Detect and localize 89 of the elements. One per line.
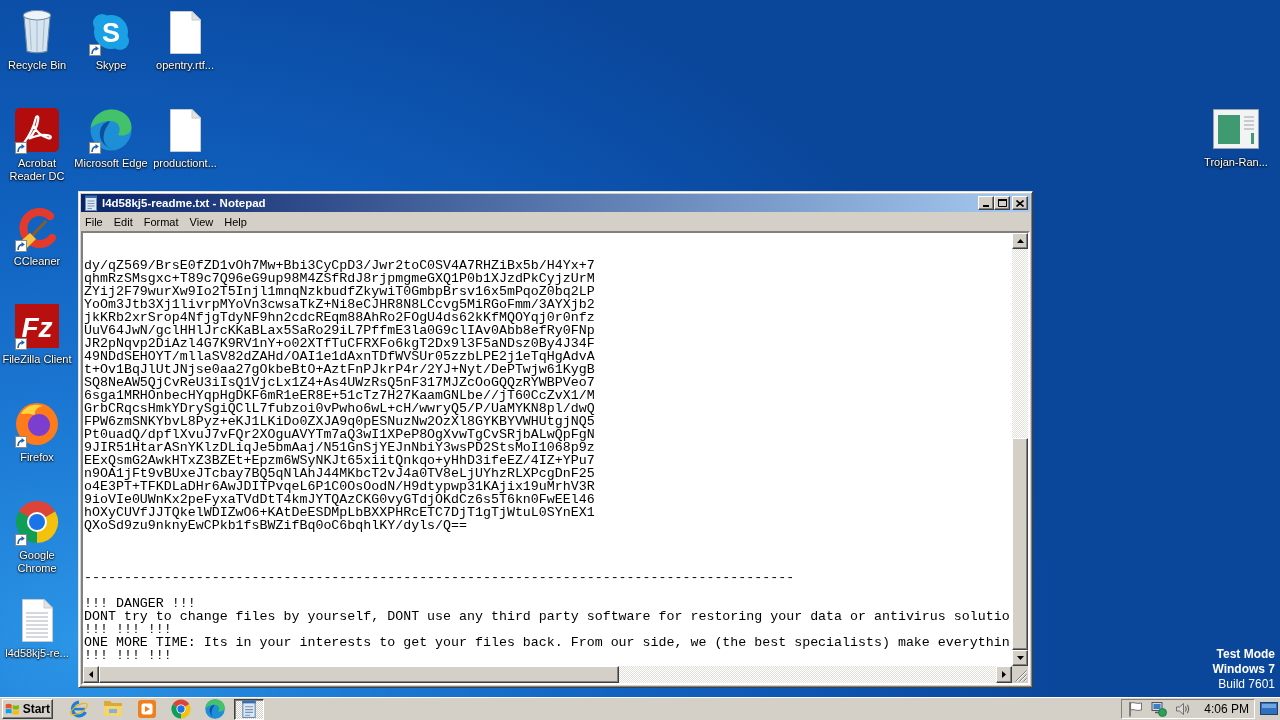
notepad-icon [240, 700, 258, 718]
minimize-icon [983, 205, 989, 207]
resize-grip-icon [1015, 670, 1027, 682]
desktop-icon-label[interactable]: productiont... [153, 157, 217, 170]
recycle-bin-icon[interactable] [22, 10, 52, 54]
text-line: EExQsmG2AwkHTxZ3BZEt+Epzm6WSyNKJt65xiitQnkqo+yHhD3ifeEZ/4IZ+YPu7 [84, 454, 596, 467]
minimize-button[interactable] [978, 196, 994, 210]
desktop-icon-label[interactable]: FileZilla Client [2, 353, 72, 366]
left-arrow-icon [89, 671, 93, 678]
text-line: Pt0uadQ/dpflXvuJ7vFQr2XOguAVYTm7aQ3wI1XPeP8OgXvwTgCvSRjbALwQpFgN [84, 428, 596, 441]
network-icon[interactable] [1151, 701, 1168, 717]
text-line: ONE MORE TIME: Its in your interests to get your files back. From our side, we (the best specialists) make everythin [84, 636, 1011, 649]
desktop-icon-label[interactable]: opentry.rtf... [156, 59, 214, 72]
close-icon [1016, 199, 1024, 207]
text-line: hOXyCUVfJJTQkelWDIZwO6+KAtDeESDMpLbBXXPHRcETC7DjT1gTjWtuL0SYnEX1 [84, 506, 596, 519]
flag-icon[interactable] [1127, 701, 1144, 717]
application-window-icon[interactable] [1213, 109, 1259, 149]
desktop-icon-label[interactable]: Google Chrome [0, 549, 74, 575]
text-line: !!! DANGER !!! [84, 597, 197, 610]
desktop-icon-label[interactable]: Recycle Bin [7, 59, 67, 72]
scroll-right-button[interactable] [996, 666, 1012, 683]
scrollbar-thumb[interactable] [99, 666, 619, 683]
scroll-left-button[interactable] [83, 666, 99, 683]
text-line: YoOm3Jtb3Xj1livrpMYoVn3cwsaTkZ+Ni8eCJHR8N8LCcvg5MiRGoFmm/3AYXjb2 [84, 298, 596, 311]
down-arrow-icon [1016, 656, 1024, 660]
scroll-down-button[interactable] [1012, 650, 1028, 666]
media-player-icon[interactable] [137, 699, 157, 719]
text-line: 6sga1MRHOnbecHYqpHgDKF6mR1eER8E+51cTz7H27KaamGNLbe//jT60CcZvX1/M [84, 389, 596, 402]
firefox-logo-icon[interactable] [15, 402, 59, 446]
text-line: !!! !!! !!! [84, 623, 173, 636]
scrollbar-thumb[interactable] [1012, 438, 1028, 650]
desktop-icon-label[interactable]: Acrobat Reader DC [0, 157, 74, 183]
maximize-icon [997, 199, 1007, 207]
os-info-text: Build 7601 [1217, 677, 1275, 692]
speaker-icon[interactable] [1175, 701, 1192, 717]
text-line: n9OA1jFt9vBUxeJTcbay7BQ5qNlAhJ44MKbcT2vJ4a0TV8eLjUYhzRLXPcgDnF25 [84, 467, 596, 480]
text-line: 9ioVIe0UWnKx2peFyxaTVdDtT4kmJYTQAzCKG0vyGTdjOKdCz6s5T6kn0FwEEl46 [84, 493, 596, 506]
show-desktop-button[interactable] [1260, 701, 1278, 717]
maximize-button[interactable] [994, 196, 1010, 210]
chrome-logo-icon[interactable] [171, 699, 191, 719]
text-line: DONT try to change files by yourself, DONT use any third party software for restoring your data or antivirus solutio [84, 610, 1011, 623]
clock-time[interactable]: 4:06 PM [1204, 702, 1249, 716]
desktop-icon-label[interactable]: Firefox [20, 451, 54, 464]
text-file-icon[interactable] [21, 598, 53, 642]
start-button[interactable]: Start [2, 699, 53, 719]
text-editor-field[interactable] [83, 233, 1012, 666]
document-icon[interactable] [169, 108, 201, 152]
document-icon[interactable] [169, 10, 201, 54]
menu-item[interactable]: View [184, 215, 219, 228]
desktop-icon-label[interactable]: Microsoft Edge [74, 157, 148, 170]
menu-item[interactable]: Edit [108, 215, 139, 228]
text-line: GrbCRqcsHmkYDrySgiQClL7fubzoi0vPwho6wL+cH/wwryQ5/P/UaMYKN8pl/dwQ [84, 402, 596, 415]
filezilla-logo-icon[interactable]: Fz [15, 304, 59, 348]
text-line: o4E3PT+TFKDLaDHr6AwJDITPvqeL6P1C0OsOodN/H9dtypwp31KAjix19uMrhV3R [84, 480, 596, 493]
menu-item[interactable]: Help [218, 215, 253, 228]
desktop-icon-label[interactable]: Trojan-Ran... [1204, 156, 1268, 169]
menu-item[interactable]: Format [138, 215, 185, 228]
edge-logo-icon[interactable] [90, 109, 132, 151]
text-line: qhmRzSMsgxc+T89c7Q96eG9up98M4ZSfRdJ8rjpmgmeGXQ1P0b1XJzdPkCyjzUrM [84, 272, 596, 285]
text-line: ZYij2F79wurXw9Io2T5Injl1mnqNzkbudfZkywiT0GmbpBrsv16x5mPqoZ0bq2LP [84, 285, 596, 298]
text-line: !!! !!! !!! [84, 649, 173, 662]
os-info-text: Windows 7 [1212, 662, 1275, 677]
text-line: ----------------------------------------------------------------------------------------- [84, 571, 796, 584]
text-line: 9JIR51HtarASnYKlzDLiqJe5bmAaj/N51GnSjYEJnNbiY3wsPD2StsMoI1068p9z [84, 441, 596, 454]
close-button[interactable] [1012, 196, 1028, 210]
chrome-logo-icon[interactable] [15, 500, 59, 544]
text-line: QXoSd9zu9nknyEwCPkb1fsBWZifBq0oC6bqhlKY/dyls/Q== [84, 519, 467, 532]
text-line: SQ8NeAW5QjCvReU3iIsQ1VjcLx1Z4+As4UWzRsQ5nF317MJZcOoGQQzRYWBPVeo7 [84, 376, 596, 389]
text-line: JR2pNqvp2DiAzl4G7K9RV1nY+o02XTfTuCFRXFo6kgT2Dx9l3F5aNDsz0By4J34F [84, 337, 596, 350]
desktop-icon-label[interactable]: Skype [95, 59, 127, 72]
window-title: l4d58kj5-readme.txt - Notepad [102, 197, 267, 209]
os-info-text: Test Mode [1215, 647, 1275, 662]
text-line: UuV64JwN/gclHHlJrcKKaBLax5SaRo29iL7PffmE3la0G9clIAv0Abb8efRy0FNp [84, 324, 596, 337]
text-line: jkKRb2xrSrop4NfjgTdyNF9hn2cdcREqm88AhRo2FOgU4ds62kKfMQOYqj0r0nfz [84, 311, 596, 324]
text-line: FPW6zmSNKYbvL8Pyz+eKJ1LKiDo0ZXJA9q0pESNuzNw2OzXl8GYKBYVWHUtgjNQ5 [84, 415, 596, 428]
acrobat-logo-icon[interactable] [15, 108, 59, 152]
text-line: 49NDdSEHOYT/mllaSV82dZAHd/OAI1e1dAxnTDfWVSUr05zzbLPE2j1eTqHgAdvA [84, 350, 596, 363]
up-arrow-icon [1016, 239, 1024, 243]
menu-item[interactable]: File [81, 215, 109, 228]
right-arrow-icon [1002, 671, 1006, 678]
text-line: dy/qZ569/BrsE0fZD1vOh7Mw+Bbi3CyCpD3/Jwr2toC0SV4A7RHZiBx5b/H4Yx+7 [84, 259, 596, 272]
scroll-up-button[interactable] [1012, 233, 1028, 249]
desktop-icon-label[interactable]: CCleaner [13, 255, 61, 268]
notepad-icon [83, 195, 99, 211]
text-line: t+Ov1BqJlUtJNjse0aa27gOkbeBtO+AztFnPJkrP4r/2YJ+Nyt/DePTwjw61KygB [84, 363, 596, 376]
internet-explorer-icon[interactable] [69, 699, 89, 719]
windows-logo-icon [5, 701, 20, 717]
edge-logo-icon[interactable] [205, 699, 225, 719]
taskbar-button[interactable] [234, 698, 264, 720]
